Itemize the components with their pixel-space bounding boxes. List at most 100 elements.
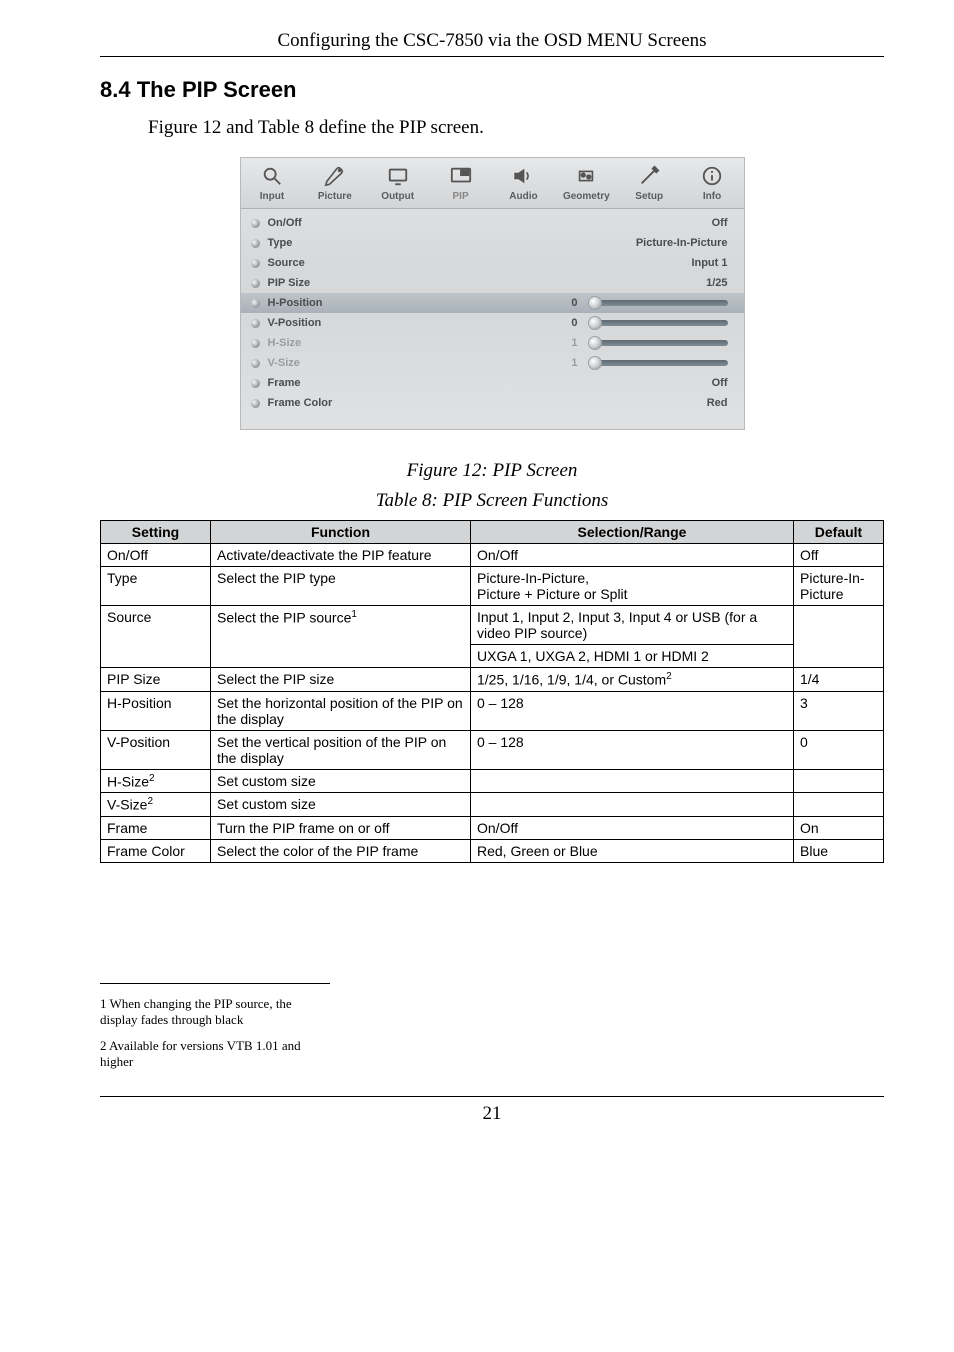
osd-value: Off [712, 217, 728, 229]
osd-row-hposition[interactable]: H-Position0 [241, 293, 744, 313]
osd-row-pipsize[interactable]: PIP Size1/25 [241, 273, 744, 293]
cell-setting: On/Off [101, 544, 211, 567]
bullet-icon [251, 279, 260, 288]
table-caption: Table 8: PIP Screen Functions [100, 490, 884, 512]
cell-range: Picture-In-Picture,Picture + Picture or … [471, 567, 794, 606]
cell-function: Set custom size [211, 769, 471, 793]
slider-knob[interactable] [588, 336, 602, 350]
col-setting: Setting [101, 521, 211, 544]
cell-setting: Frame [101, 816, 211, 839]
input-tab[interactable]: Input [241, 158, 304, 208]
cell-setting: PIP Size [101, 668, 211, 692]
chapter-header: Configuring the CSC-7850 via the OSD MEN… [100, 30, 884, 57]
footnotes: 1 When changing the PIP source, the disp… [100, 983, 330, 1070]
geometry-tab[interactable]: Geometry [555, 158, 618, 208]
picture-tab[interactable]: Picture [303, 158, 366, 208]
cell-function: Set the horizontal position of the PIP o… [211, 691, 471, 730]
osd-row-source[interactable]: SourceInput 1 [241, 253, 744, 273]
osd-label: H-Position [268, 297, 323, 309]
tab-label: Picture [303, 191, 366, 202]
osd-row-vsize[interactable]: V-Size 1 [241, 353, 744, 373]
slider-track[interactable] [588, 300, 728, 306]
bullet-icon [251, 339, 260, 348]
osd-label: H-Size [268, 337, 302, 349]
cell-default: On [794, 816, 884, 839]
slider-track[interactable] [588, 320, 728, 326]
cell-setting: Source [101, 606, 211, 668]
osd-row-vposition[interactable]: V-Position0 [241, 313, 744, 333]
cell-setting: V-Size2 [101, 793, 211, 817]
cell-default: Blue [794, 839, 884, 862]
osd-label: On/Off [268, 217, 302, 229]
osd-row-onoff[interactable]: On/Off Off [241, 213, 744, 233]
section-heading: 8.4 The PIP Screen [100, 77, 884, 103]
cell-range: Red, Green or Blue [471, 839, 794, 862]
cell-default: 0 [794, 730, 884, 769]
cell-setting: Frame Color [101, 839, 211, 862]
cell-range: 0 – 128 [471, 730, 794, 769]
slider-knob[interactable] [588, 296, 602, 310]
info-icon [681, 163, 744, 189]
tab-label: Input [241, 191, 304, 202]
cell-function: Select the PIP source1 [211, 606, 471, 668]
intro-paragraph: Figure 12 and Table 8 define the PIP scr… [148, 117, 884, 139]
osd-row-hsize[interactable]: H-Size 1 [241, 333, 744, 353]
tools-icon [618, 163, 681, 189]
table-row: FrameTurn the PIP frame on or offOn/OffO… [101, 816, 884, 839]
audio-tab[interactable]: Audio [492, 158, 555, 208]
footnote-1: 1 When changing the PIP source, the disp… [100, 996, 330, 1028]
table-row: Frame ColorSelect the color of the PIP f… [101, 839, 884, 862]
table-row: TypeSelect the PIP typePicture-In-Pictur… [101, 567, 884, 606]
cell-function: Select the PIP size [211, 668, 471, 692]
pip-tab[interactable]: PIP [429, 158, 492, 208]
osd-label: V-Size [268, 357, 300, 369]
cell-function: Select the PIP type [211, 567, 471, 606]
tab-label: Output [366, 191, 429, 202]
output-tab[interactable]: Output [366, 158, 429, 208]
section-number: 8.4 [100, 77, 131, 102]
setup-tab[interactable]: Setup [618, 158, 681, 208]
osd-body: On/Off Off TypePicture-In-PictureSourceInp… [241, 209, 744, 429]
osd-tabs: InputPictureOutputPIPAudioGeometrySetupI… [241, 158, 744, 209]
osd-panel: InputPictureOutputPIPAudioGeometrySetupI… [240, 157, 745, 430]
table-row: V-Size2Set custom size [101, 793, 884, 817]
osd-value: Picture-In-Picture [636, 237, 728, 249]
slider-knob[interactable] [588, 316, 602, 330]
footnote-2: 2 Available for versions VTB 1.01 and hi… [100, 1038, 330, 1070]
speaker-icon [492, 163, 555, 189]
osd-value: 1 [571, 357, 577, 369]
tab-label: Geometry [555, 191, 618, 202]
section-title-text: The PIP Screen [137, 77, 297, 102]
tab-label: PIP [429, 191, 492, 202]
cell-function: Set the vertical position of the PIP on … [211, 730, 471, 769]
osd-row-type[interactable]: TypePicture-In-Picture [241, 233, 744, 253]
bullet-icon [251, 379, 260, 388]
cell-function: Activate/deactivate the PIP feature [211, 544, 471, 567]
slider-track[interactable] [588, 360, 728, 366]
info-tab[interactable]: Info [681, 158, 744, 208]
cell-setting: H-Size2 [101, 769, 211, 793]
slider-track[interactable] [588, 340, 728, 346]
bullet-icon [251, 239, 260, 248]
osd-label: Frame [268, 377, 301, 389]
table-row: PIP SizeSelect the PIP size1/25, 1/16, 1… [101, 668, 884, 692]
magnifier-icon [241, 163, 304, 189]
slider-knob[interactable] [588, 356, 602, 370]
bullet-icon [251, 259, 260, 268]
osd-row-frame[interactable]: Frame Off [241, 373, 744, 393]
cell-function: Set custom size [211, 793, 471, 817]
osd-value: 1 [571, 337, 577, 349]
bullet-icon [251, 399, 260, 408]
cell-default [794, 793, 884, 817]
cell-setting: H-Position [101, 691, 211, 730]
osd-value: 0 [571, 317, 577, 329]
osd-value: Red [707, 397, 728, 409]
table-row: H-PositionSet the horizontal position of… [101, 691, 884, 730]
table-row: H-Size2Set custom size [101, 769, 884, 793]
tab-label: Audio [492, 191, 555, 202]
cell-default: 1/4 [794, 668, 884, 692]
cell-setting: Type [101, 567, 211, 606]
osd-row-framecolor[interactable]: Frame ColorRed [241, 393, 744, 413]
osd-value: Off [712, 377, 728, 389]
osd-label: PIP Size [268, 277, 311, 289]
